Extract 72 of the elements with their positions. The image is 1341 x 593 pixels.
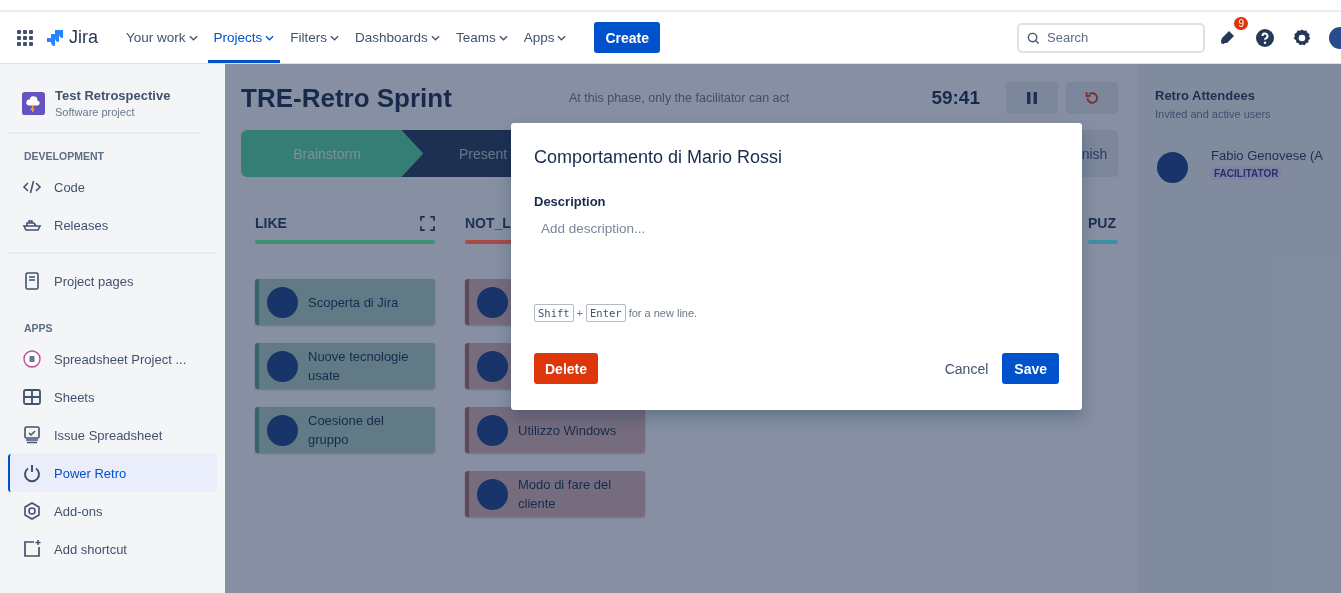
caret-icon bbox=[430, 34, 440, 41]
panel-subtitle: Invited and active users bbox=[1155, 108, 1272, 120]
cancel-button[interactable]: Cancel bbox=[936, 353, 997, 384]
project-name[interactable]: Test Retrospective bbox=[55, 88, 171, 103]
reset-icon bbox=[1084, 90, 1100, 106]
search-field[interactable]: Search bbox=[1017, 22, 1205, 53]
project-icon bbox=[22, 91, 45, 115]
add-shortcut-icon bbox=[22, 539, 42, 559]
settings-icon[interactable] bbox=[1292, 27, 1312, 48]
project-type: Software project bbox=[55, 106, 136, 118]
sidebar-item[interactable]: Sheets bbox=[8, 378, 217, 416]
caret-icon bbox=[330, 34, 340, 41]
sidebar-item[interactable]: Releases bbox=[8, 206, 217, 244]
column-title: NOT_L bbox=[465, 215, 511, 231]
pause-button[interactable] bbox=[1006, 82, 1058, 114]
app-icon bbox=[22, 349, 42, 369]
nav-menu[interactable]: Apps bbox=[517, 12, 573, 63]
nav-menu[interactable]: Filters bbox=[284, 12, 346, 63]
save-button[interactable]: Save bbox=[1002, 353, 1059, 384]
section-heading: DEVELOPMENT bbox=[23, 149, 105, 164]
section-heading: APPS bbox=[23, 321, 54, 336]
caret-icon bbox=[557, 34, 567, 41]
phase-step: Brainstorm bbox=[241, 130, 423, 177]
sidebar-item[interactable]: Add shortcut bbox=[8, 530, 217, 568]
sidebar-item[interactable]: Power Retro bbox=[8, 454, 217, 492]
phase-note: At this phase, only the facilitator can act bbox=[569, 91, 791, 105]
logo-icon[interactable] bbox=[45, 27, 65, 48]
field-label: Description bbox=[534, 194, 607, 209]
countdown-timer: 59:41 bbox=[931, 87, 980, 109]
card-text: Coesione del gruppo bbox=[308, 412, 385, 449]
expand-icon[interactable] bbox=[420, 215, 435, 231]
sidebar-item[interactable]: Code bbox=[8, 168, 217, 206]
card-text: Scoperta di Jira bbox=[308, 293, 399, 312]
pause-icon bbox=[1025, 91, 1039, 105]
key-joiner: + bbox=[576, 307, 584, 319]
column-title: LIKE bbox=[255, 215, 287, 231]
board-title: TRE-Retro Sprint bbox=[241, 82, 453, 114]
dialog-title: Comportamento di Mario Rossi bbox=[534, 147, 784, 168]
card-text: Utilizzo Windows bbox=[518, 421, 617, 440]
keyboard-key: Shift bbox=[534, 304, 574, 322]
caret-icon bbox=[498, 34, 508, 41]
column-title: PUZ bbox=[1088, 215, 1116, 231]
nav-menu[interactable]: Dashboards bbox=[349, 12, 446, 63]
caret-icon bbox=[188, 34, 198, 41]
monitor-icon bbox=[22, 425, 42, 445]
delete-button[interactable]: Delete bbox=[534, 353, 599, 384]
keyboard-key: Enter bbox=[586, 304, 626, 322]
notification-badge: 9 bbox=[1234, 16, 1248, 30]
card-text: Nuove tecnologie usate bbox=[308, 348, 410, 385]
attendee-name: Fabio Genovese (A bbox=[1211, 148, 1323, 163]
reset-button[interactable] bbox=[1066, 82, 1118, 114]
help-icon[interactable] bbox=[1255, 27, 1275, 48]
card-text: Modo di fare del cliente bbox=[518, 476, 613, 513]
sidebar-item[interactable]: Issue Spreadsheet bbox=[8, 416, 217, 454]
nav-menu[interactable]: Your work bbox=[120, 12, 204, 63]
sidebar-item[interactable]: Project pages bbox=[8, 262, 217, 300]
avatar bbox=[1157, 152, 1188, 183]
sidebar-item[interactable]: Spreadsheet Project ... bbox=[8, 340, 217, 378]
hint-text: for a new line. bbox=[628, 307, 698, 319]
page-icon bbox=[22, 271, 42, 291]
hexagon-icon bbox=[22, 501, 42, 521]
search-icon bbox=[1027, 31, 1040, 45]
sidebar-item[interactable]: Add-ons bbox=[8, 492, 217, 530]
create-button[interactable]: Create bbox=[594, 22, 660, 53]
table-icon bbox=[22, 387, 42, 407]
panel-title: Retro Attendees bbox=[1155, 88, 1256, 103]
logo-text[interactable]: Jira bbox=[69, 27, 98, 48]
role-badge: FACILITATOR bbox=[1211, 167, 1282, 180]
power-icon bbox=[22, 463, 42, 483]
nav-menu[interactable]: Teams bbox=[449, 12, 514, 63]
caret-icon bbox=[265, 34, 275, 41]
app-grid-icon[interactable] bbox=[17, 29, 33, 46]
